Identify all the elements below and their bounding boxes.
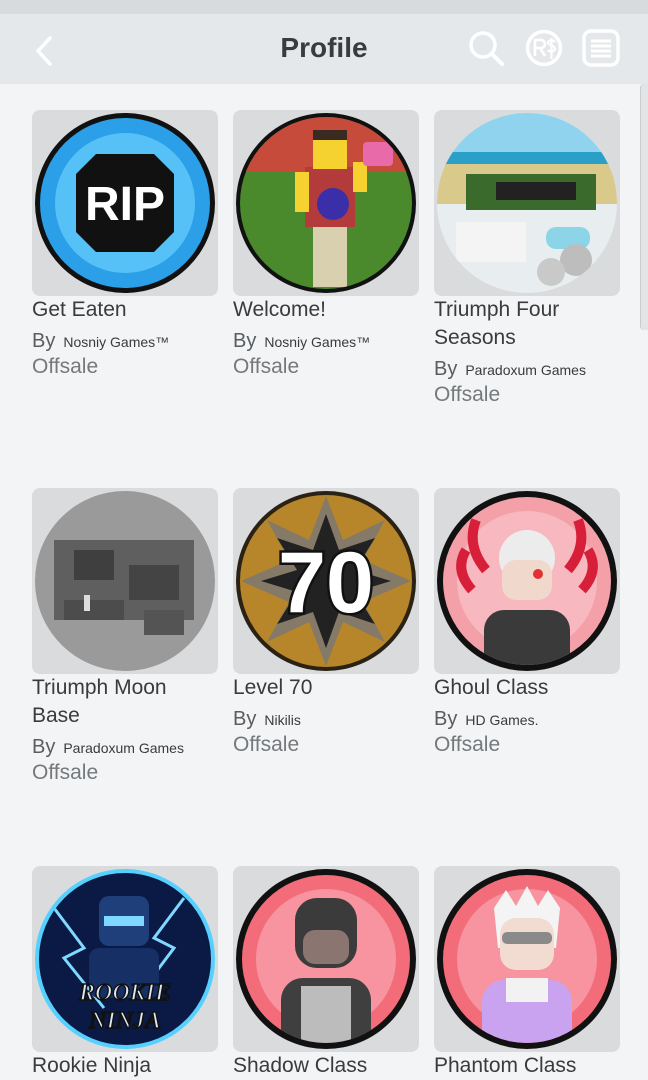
by-label: By [32, 736, 56, 758]
ninja-badge-image: ROOKIE NINJA [35, 869, 215, 1049]
badge-name[interactable]: Get Eaten [32, 296, 218, 324]
badge-thumbnail[interactable]: 70 [233, 488, 419, 674]
by-label: By [233, 330, 257, 352]
badge-name[interactable]: Triumph Moon Base [32, 674, 218, 730]
menu-icon[interactable] [581, 28, 621, 68]
badge-thumbnail[interactable] [434, 110, 620, 296]
moonbase-badge-image [35, 491, 215, 671]
level-badge-image: 70 [236, 491, 416, 671]
rip-badge-image: RIP [35, 113, 215, 293]
badge-meta: By Nikilis Offsale [233, 708, 419, 759]
by-label: By [434, 708, 458, 730]
creator-link[interactable]: Paradoxum Games [63, 740, 184, 756]
creator-link[interactable]: HD Games. [465, 712, 538, 728]
status-label: Offsale [32, 761, 99, 784]
status-bar [0, 0, 648, 14]
badge-thumbnail[interactable]: RIP [32, 110, 218, 296]
ninja-text: NINJA [88, 1008, 161, 1034]
badge-name[interactable]: Shadow Class [233, 1052, 419, 1080]
badge-thumbnail[interactable] [233, 866, 419, 1052]
badge-meta: By Paradoxum Games Offsale [32, 736, 218, 787]
badge-meta: By Paradoxum Games Offsale [434, 358, 620, 409]
phantom-badge-image [437, 869, 617, 1049]
badge-meta: By HD Games. Offsale [434, 708, 620, 759]
creator-link[interactable]: Nikilis [264, 712, 301, 728]
badge-thumbnail[interactable]: ROOKIE NINJA [32, 866, 218, 1052]
badge-thumbnail[interactable] [434, 488, 620, 674]
level-number-text: 70 [278, 535, 374, 631]
map-badge-image [437, 113, 617, 293]
badge-name[interactable]: Welcome! [233, 296, 419, 324]
badge-meta: By Nosniy Games™ Offsale [32, 330, 218, 381]
ghoul-badge-image [437, 491, 617, 671]
robux-icon[interactable] [524, 28, 564, 68]
rip-text: RIP [85, 178, 165, 231]
badge-thumbnail[interactable] [32, 488, 218, 674]
badge-thumbnail[interactable] [233, 110, 419, 296]
creator-link[interactable]: Nosniy Games™ [264, 334, 370, 350]
top-navigation-bar: Profile [0, 14, 648, 84]
status-label: Offsale [233, 733, 300, 756]
status-label: Offsale [32, 355, 99, 378]
badge-thumbnail[interactable] [434, 866, 620, 1052]
avatar-badge-image [236, 113, 416, 293]
scrollbar[interactable] [640, 84, 648, 330]
badge-name[interactable]: Rookie Ninja [32, 1052, 218, 1080]
badge-meta: By Nosniy Games™ Offsale [233, 330, 419, 381]
badge-name[interactable]: Triumph Four Seasons [434, 296, 620, 352]
badge-name[interactable]: Level 70 [233, 674, 419, 702]
status-label: Offsale [434, 383, 501, 406]
creator-link[interactable]: Paradoxum Games [465, 362, 586, 378]
creator-link[interactable]: Nosniy Games™ [63, 334, 169, 350]
shadow-badge-image [236, 869, 416, 1049]
search-icon[interactable] [466, 28, 506, 68]
by-label: By [434, 358, 458, 380]
status-label: Offsale [233, 355, 300, 378]
rookie-text: ROOKIE [78, 980, 171, 1006]
status-label: Offsale [434, 733, 501, 756]
by-label: By [32, 330, 56, 352]
badge-name[interactable]: Phantom Class [434, 1052, 620, 1080]
by-label: By [233, 708, 257, 730]
badge-name[interactable]: Ghoul Class [434, 674, 620, 702]
